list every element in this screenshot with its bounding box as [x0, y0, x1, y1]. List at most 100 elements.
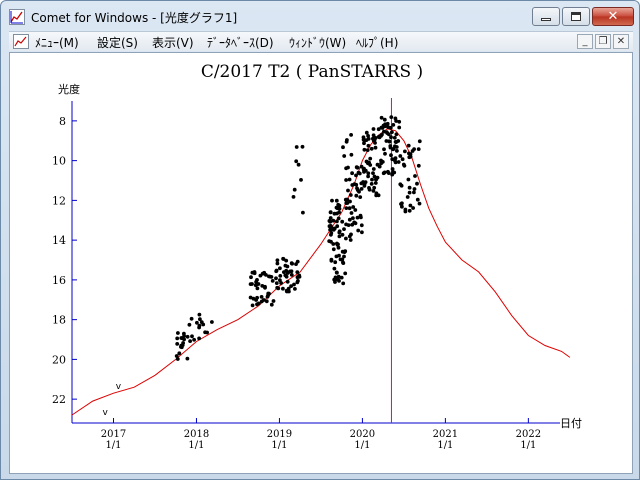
- x-tick-year-label: 2017: [101, 429, 126, 440]
- observation-point: [371, 133, 376, 138]
- light-curve-chart: C/2017 T2 ( PanSTARRS ) 光度日付 8 10 12 14 16 18 20…: [52, 62, 582, 451]
- observation-point: [289, 273, 294, 277]
- observation-point: [188, 339, 193, 343]
- observation-point: [192, 337, 197, 342]
- observation-point: [354, 193, 359, 198]
- observation-point: [415, 181, 419, 186]
- observation-point: [349, 133, 353, 137]
- observation-point: [203, 330, 208, 335]
- menu-item-settings[interactable]: 設定(S): [97, 34, 138, 51]
- observation-point: [292, 282, 296, 287]
- observation-point: [365, 148, 370, 152]
- menu-bar: ﾒﾆｭｰ(M) 設定(S) 表示(V) ﾃﾞｰﾀﾍﾞｰｽ(D) ｳｨﾝﾄﾞｳ(W…: [9, 31, 633, 51]
- x-axis-label: 日付: [560, 417, 582, 430]
- observation-point: [175, 336, 180, 341]
- mdi-restore-button[interactable]: ❐: [595, 34, 611, 49]
- observation-point: [331, 247, 336, 252]
- observation-point: [270, 279, 275, 283]
- observation-point: [337, 203, 342, 208]
- observation-point: [255, 286, 260, 291]
- y-tick-label: 12: [52, 194, 66, 207]
- observation-point: [354, 182, 359, 187]
- observation-point: [343, 271, 348, 276]
- observation-point: [403, 209, 408, 214]
- observation-point: [345, 201, 350, 205]
- minimize-icon: [541, 18, 551, 21]
- y-tick-label: 10: [52, 155, 66, 168]
- observation-point: [354, 173, 358, 178]
- observation-point: [388, 144, 393, 148]
- observation-point: [392, 135, 397, 140]
- observation-point: [358, 195, 363, 200]
- menu-item-database[interactable]: ﾃﾞｰﾀﾍﾞｰｽ(D): [207, 34, 274, 51]
- observation-point: [393, 116, 398, 121]
- x-tick-date-label: 1/1: [188, 440, 204, 451]
- observation-point: [393, 158, 397, 163]
- observation-point: [362, 182, 367, 186]
- title-bar[interactable]: Comet for Windows - [光度グラフ1] ✕: [1, 1, 639, 31]
- menu-item-view[interactable]: 表示(V): [152, 34, 194, 51]
- observation-point: [382, 147, 386, 152]
- observation-point: [292, 187, 297, 192]
- menu-item-menu[interactable]: ﾒﾆｭｰ(M): [35, 34, 79, 51]
- maximize-icon: [571, 12, 581, 21]
- menu-item-help[interactable]: ﾍﾙﾌﾟ(H): [356, 34, 398, 51]
- observation-point: [328, 219, 333, 224]
- observation-point: [401, 162, 406, 167]
- menu-item-window[interactable]: ｳｨﾝﾄﾞｳ(W): [289, 34, 346, 51]
- observation-point: [299, 178, 303, 182]
- y-tick-label: 20: [52, 353, 66, 366]
- observation-point: [406, 177, 411, 182]
- observation-point: [412, 187, 417, 191]
- observation-point: [417, 139, 422, 144]
- chart-app-icon[interactable]: [9, 9, 25, 25]
- observation-point: [379, 134, 383, 138]
- observation-point: [336, 277, 340, 281]
- observation-point: [412, 147, 416, 151]
- observation-point: [358, 213, 363, 218]
- observation-point: [353, 221, 358, 226]
- observation-point: [301, 210, 305, 215]
- mdi-minimize-button[interactable]: _: [577, 34, 593, 49]
- window-title: Comet for Windows - [光度グラフ1]: [31, 11, 238, 25]
- observation-point: [285, 289, 289, 294]
- observation-point: [252, 270, 257, 274]
- observation-point: [294, 159, 299, 164]
- observation-point: [373, 181, 378, 185]
- observation-point: [396, 160, 401, 164]
- x-tick-date-label: 1/1: [520, 440, 536, 451]
- mdi-close-button[interactable]: ✕: [613, 34, 629, 49]
- observation-point: [407, 190, 412, 195]
- observation-point: [274, 281, 279, 285]
- observation-point: [403, 149, 407, 154]
- y-tick-label: 18: [52, 314, 66, 327]
- observation-point: [295, 259, 300, 264]
- minimize-button[interactable]: [532, 7, 560, 26]
- observation-point: [394, 132, 399, 137]
- observation-point: [337, 234, 342, 239]
- observation-point: [328, 210, 333, 215]
- observation-point: [300, 144, 305, 149]
- observation-point: [198, 317, 202, 322]
- observation-point: [283, 263, 288, 268]
- observation-point: [357, 189, 361, 194]
- observation-point: [416, 163, 421, 168]
- observation-point: [333, 260, 338, 265]
- observation-point: [271, 299, 276, 303]
- document-chart-icon[interactable]: [13, 34, 29, 49]
- maximize-button[interactable]: [562, 7, 590, 26]
- y-axis-label: 光度: [58, 82, 80, 96]
- observation-point: [342, 227, 346, 232]
- app-window: Comet for Windows - [光度グラフ1] ✕ ﾒﾆｭｰ(M) 設…: [0, 0, 640, 480]
- observation-point: [295, 270, 300, 274]
- graph-document-area: C/2017 T2 ( PanSTARRS ) 光度 日付 8 10 12 14 16 18 20…: [9, 52, 633, 474]
- observation-point: [274, 269, 279, 274]
- close-button[interactable]: ✕: [592, 7, 634, 26]
- observation-point: [288, 269, 293, 274]
- v-marker: v: [116, 382, 122, 392]
- observation-point: [416, 147, 421, 151]
- observation-point: [334, 198, 339, 203]
- x-tick-date-label: 1/1: [354, 440, 370, 451]
- observation-point: [353, 208, 358, 212]
- observation-point: [335, 224, 340, 229]
